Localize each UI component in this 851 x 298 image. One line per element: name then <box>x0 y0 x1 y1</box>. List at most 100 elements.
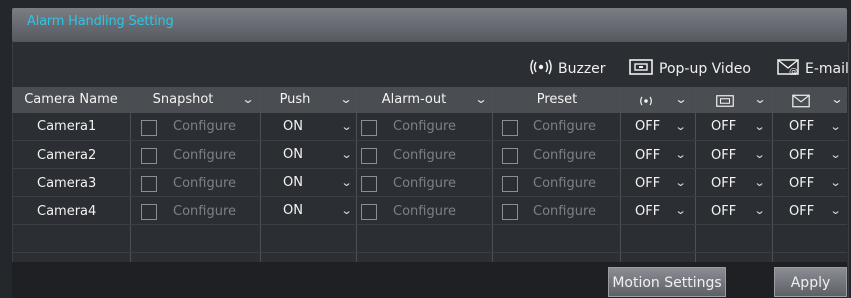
snapshot-checkbox[interactable] <box>141 176 157 192</box>
push-select[interactable]: ON <box>283 119 303 134</box>
popup-select[interactable]: OFF <box>711 176 736 191</box>
email-select[interactable]: OFF <box>789 176 814 191</box>
header-camera-name: Camera Name <box>24 92 118 107</box>
header-email-icon <box>792 93 810 112</box>
col-divider <box>620 87 621 267</box>
row-divider <box>12 252 847 253</box>
svg-text:@: @ <box>789 67 798 75</box>
col-divider <box>492 87 493 267</box>
row-divider <box>12 168 847 169</box>
preset-checkbox[interactable] <box>502 148 518 164</box>
snapshot-checkbox[interactable] <box>141 120 157 136</box>
buzzer-dropdown-chevron-icon[interactable]: ⌄ <box>674 92 687 106</box>
legend-email: @ E-mail <box>777 59 849 79</box>
col-divider <box>772 87 773 267</box>
popup-select[interactable]: OFF <box>711 148 736 163</box>
camera-name: Camera1 <box>37 119 97 134</box>
popup-select[interactable]: OFF <box>711 204 736 219</box>
email-select[interactable]: OFF <box>789 119 814 134</box>
email-select[interactable]: OFF <box>789 148 814 163</box>
legend-popup-video: Pop-up Video <box>629 59 751 79</box>
email-chevron-icon[interactable]: ⌄ <box>830 176 842 189</box>
motion-settings-button[interactable]: Motion Settings <box>608 267 726 297</box>
popup-select[interactable]: OFF <box>711 119 736 134</box>
push-chevron-icon[interactable]: ⌄ <box>341 120 353 133</box>
buzzer-select[interactable]: OFF <box>635 119 660 134</box>
header-alarm-out: Alarm-out <box>381 92 447 107</box>
email-chevron-icon[interactable]: ⌄ <box>830 120 842 133</box>
alarm-out-configure-button[interactable]: Configure <box>393 148 456 163</box>
alarm-out-checkbox[interactable] <box>361 176 377 192</box>
row-divider <box>12 224 847 225</box>
email-dropdown-chevron-icon[interactable]: ⌄ <box>830 92 843 106</box>
snapshot-checkbox[interactable] <box>141 204 157 220</box>
buzzer-chevron-icon[interactable]: ⌄ <box>675 120 687 133</box>
snapshot-configure-button[interactable]: Configure <box>173 119 236 134</box>
popup-chevron-icon[interactable]: ⌄ <box>754 120 766 133</box>
alarm-out-configure-button[interactable]: Configure <box>393 204 456 219</box>
preset-configure-button[interactable]: Configure <box>533 119 596 134</box>
email-chevron-icon[interactable]: ⌄ <box>830 148 842 161</box>
push-chevron-icon[interactable]: ⌄ <box>341 148 353 161</box>
popup-video-icon <box>629 59 653 79</box>
buzzer-chevron-icon[interactable]: ⌄ <box>675 176 687 189</box>
alarm-out-checkbox[interactable] <box>361 120 377 136</box>
push-select[interactable]: ON <box>283 175 303 190</box>
alarm-out-dropdown-chevron-icon[interactable]: ⌄ <box>474 92 487 106</box>
legend-email-label: E-mail <box>805 61 849 77</box>
buzzer-chevron-icon[interactable]: ⌄ <box>675 204 687 217</box>
buzzer-icon <box>530 59 552 79</box>
buzzer-select[interactable]: OFF <box>635 204 660 219</box>
snapshot-configure-button[interactable]: Configure <box>173 204 236 219</box>
header-preset: Preset <box>536 92 578 107</box>
snapshot-configure-button[interactable]: Configure <box>173 176 236 191</box>
camera-name: Camera3 <box>37 176 97 191</box>
col-divider <box>260 87 261 267</box>
push-select[interactable]: ON <box>283 147 303 162</box>
preset-configure-button[interactable]: Configure <box>533 204 596 219</box>
apply-button[interactable]: Apply <box>774 267 847 297</box>
popup-chevron-icon[interactable]: ⌄ <box>754 176 766 189</box>
email-select[interactable]: OFF <box>789 204 814 219</box>
row-divider <box>12 140 847 141</box>
alarm-out-configure-button[interactable]: Configure <box>393 119 456 134</box>
snapshot-configure-button[interactable]: Configure <box>173 148 236 163</box>
legend-buzzer-label: Buzzer <box>558 61 606 77</box>
header-popup-video-icon <box>716 93 734 112</box>
push-dropdown-chevron-icon[interactable]: ⌄ <box>339 92 352 106</box>
col-divider <box>695 87 696 267</box>
preset-configure-button[interactable]: Configure <box>533 148 596 163</box>
row-divider <box>12 196 847 197</box>
buzzer-chevron-icon[interactable]: ⌄ <box>675 148 687 161</box>
header-push: Push <box>279 92 311 107</box>
preset-checkbox[interactable] <box>502 176 518 192</box>
popup-chevron-icon[interactable]: ⌄ <box>754 148 766 161</box>
preset-checkbox[interactable] <box>502 120 518 136</box>
email-chevron-icon[interactable]: ⌄ <box>830 204 842 217</box>
header-buzzer-icon <box>637 93 655 112</box>
snapshot-dropdown-chevron-icon[interactable]: ⌄ <box>241 92 254 106</box>
push-select[interactable]: ON <box>283 203 303 218</box>
popup-chevron-icon[interactable]: ⌄ <box>754 204 766 217</box>
alarm-out-checkbox[interactable] <box>361 148 377 164</box>
push-chevron-icon[interactable]: ⌄ <box>341 204 353 217</box>
settings-panel <box>12 42 849 298</box>
col-divider <box>130 87 131 267</box>
preset-checkbox[interactable] <box>502 204 518 220</box>
page-title: Alarm Handling Setting <box>27 14 174 29</box>
camera-name: Camera4 <box>37 204 97 219</box>
legend-popup-video-label: Pop-up Video <box>659 61 751 77</box>
buzzer-select[interactable]: OFF <box>635 176 660 191</box>
buzzer-select[interactable]: OFF <box>635 148 660 163</box>
camera-name: Camera2 <box>37 148 97 163</box>
push-chevron-icon[interactable]: ⌄ <box>341 176 353 189</box>
alarm-out-configure-button[interactable]: Configure <box>393 176 456 191</box>
email-icon: @ <box>777 59 799 79</box>
col-divider <box>356 87 357 267</box>
preset-configure-button[interactable]: Configure <box>533 176 596 191</box>
legend-buzzer: Buzzer <box>530 59 606 79</box>
alarm-out-checkbox[interactable] <box>361 204 377 220</box>
snapshot-checkbox[interactable] <box>141 148 157 164</box>
popup-dropdown-chevron-icon[interactable]: ⌄ <box>753 92 766 106</box>
header-snapshot: Snapshot <box>152 92 214 107</box>
